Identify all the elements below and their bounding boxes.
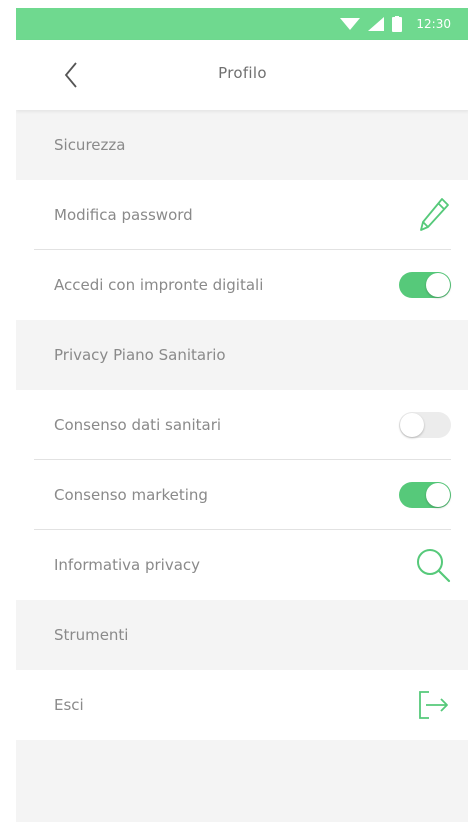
- logout-icon[interactable]: [417, 689, 451, 721]
- toggle-knob: [400, 413, 424, 437]
- logout-label: Esci: [54, 696, 84, 714]
- privacy-policy-label: Informativa privacy: [54, 556, 201, 574]
- page-title: Profilo: [218, 64, 267, 82]
- battery-icon: [392, 16, 403, 32]
- signal-icon: [368, 17, 385, 31]
- toggle-knob: [426, 273, 450, 297]
- section-header-privacy: Privacy Piano Sanitario: [16, 320, 468, 390]
- pencil-icon[interactable]: [417, 196, 451, 234]
- section-header-security: Sicurezza: [16, 110, 468, 180]
- health-data-consent-row: Consenso dati sanitari: [16, 390, 468, 460]
- privacy-policy-row[interactable]: Informativa privacy: [16, 530, 468, 600]
- status-bar: 12:30: [16, 8, 468, 40]
- marketing-consent-row: Consenso marketing: [16, 460, 468, 530]
- health-data-consent-toggle[interactable]: [399, 412, 451, 438]
- health-data-consent-label: Consenso dati sanitari: [54, 416, 222, 434]
- marketing-consent-label: Consenso marketing: [54, 486, 208, 504]
- search-icon[interactable]: [415, 547, 451, 583]
- status-time: 12:30: [416, 17, 451, 31]
- logout-row[interactable]: Esci: [16, 670, 468, 740]
- fingerprint-login-label: Accedi con impronte digitali: [54, 276, 264, 294]
- section-header-tools: Strumenti: [16, 600, 468, 670]
- phone-screen: 12:30 Profilo Sicurezza Modifica passwor…: [16, 8, 468, 822]
- fingerprint-login-toggle[interactable]: [399, 272, 451, 298]
- change-password-row[interactable]: Modifica password: [16, 180, 468, 250]
- toggle-knob: [426, 483, 450, 507]
- marketing-consent-toggle[interactable]: [399, 482, 451, 508]
- change-password-label: Modifica password: [54, 206, 193, 224]
- app-bar: Profilo: [16, 40, 468, 110]
- wifi-icon: [340, 18, 361, 30]
- fingerprint-login-row: Accedi con impronte digitali: [16, 250, 468, 320]
